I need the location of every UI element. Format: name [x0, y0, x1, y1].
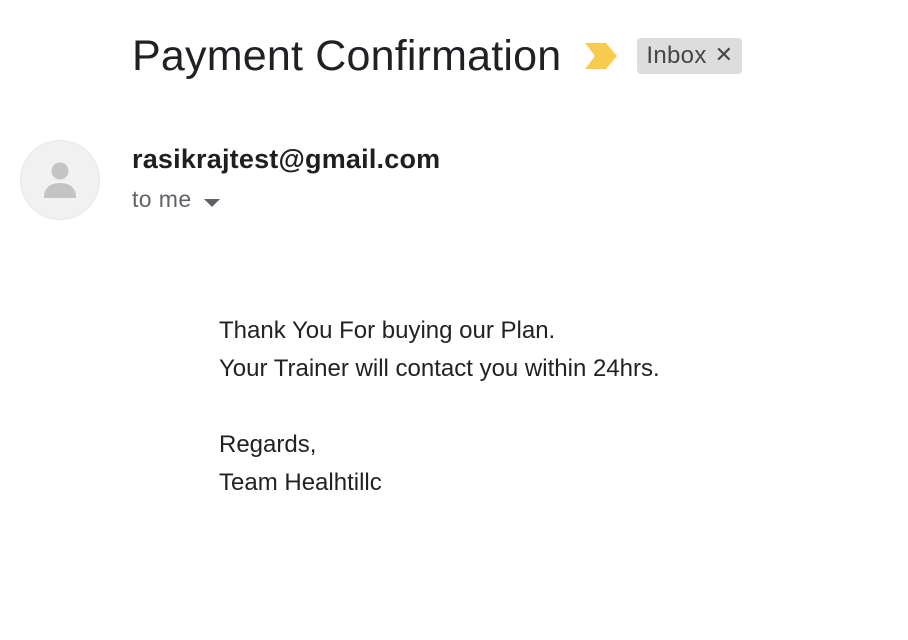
email-subject: Payment Confirmation: [132, 32, 562, 80]
inbox-label-chip[interactable]: Inbox ✕: [637, 38, 743, 74]
recipient-details-toggle[interactable]: to me: [132, 186, 220, 213]
body-line: Thank You For buying our Plan.: [219, 317, 556, 344]
sender-address[interactable]: rasikrajtest@gmail.com: [132, 144, 440, 175]
body-line: Team Healhtillc: [219, 469, 382, 496]
email-body: Thank You For buying our Plan. Your Trai…: [219, 312, 660, 502]
email-view: Payment Confirmation Inbox ✕ rasikrajtes…: [0, 0, 908, 640]
sender-avatar[interactable]: [20, 140, 100, 220]
importance-marker-icon[interactable]: [585, 43, 618, 69]
subject-row: Payment Confirmation Inbox ✕: [132, 28, 743, 84]
person-icon: [44, 162, 76, 198]
body-spacer: [219, 388, 660, 426]
chevron-down-icon[interactable]: [203, 195, 220, 207]
inbox-label-text: Inbox: [646, 42, 707, 69]
remove-label-icon[interactable]: ✕: [715, 45, 733, 67]
recipient-text: to me: [132, 186, 192, 212]
body-line: Regards,: [219, 431, 317, 458]
body-line: Your Trainer will contact you within 24h…: [219, 355, 660, 382]
